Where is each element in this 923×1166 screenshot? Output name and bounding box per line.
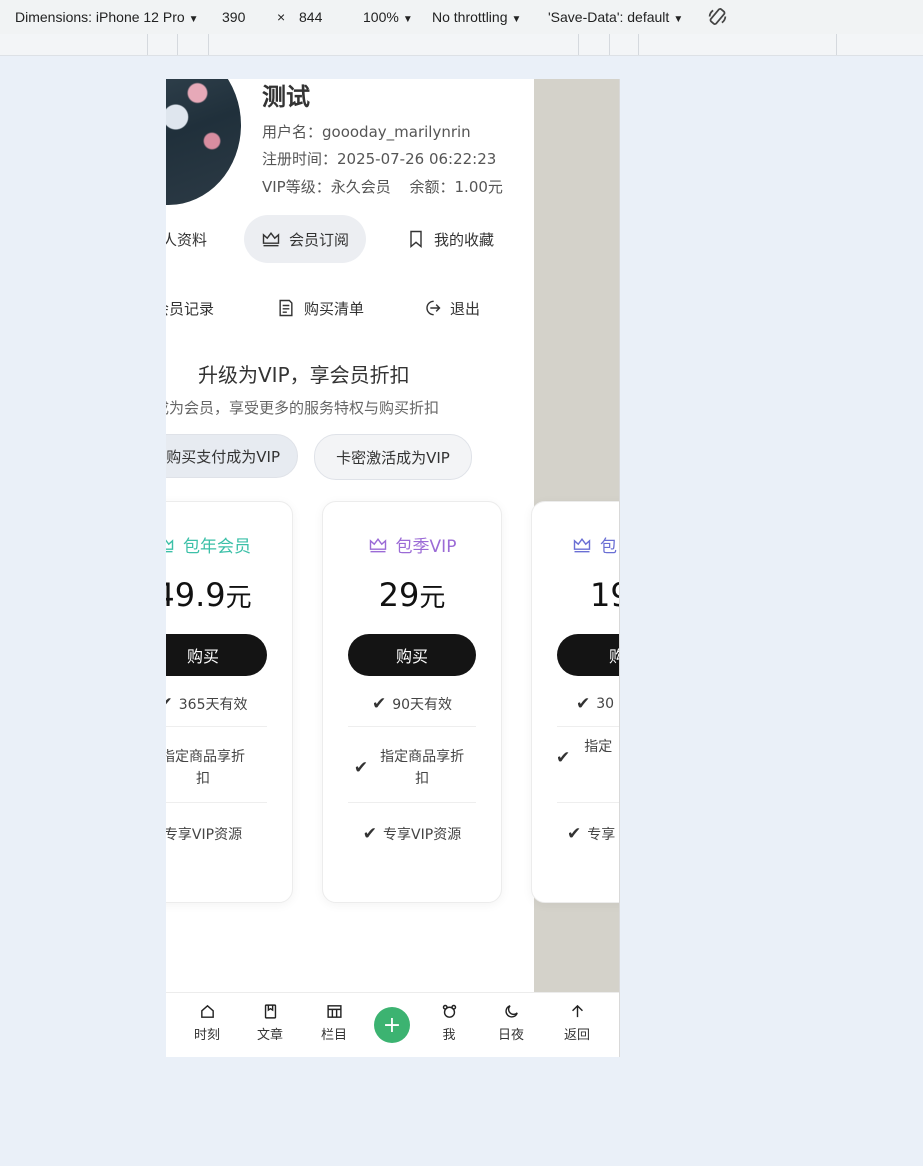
device-viewport: 测试 用户名：goooday_marilynrin 注册时间：2025-07-2… <box>166 79 620 1057</box>
user-name: 测试 <box>262 83 310 111</box>
crown-icon <box>166 538 174 552</box>
nav-articles[interactable]: 文章 <box>245 1003 295 1043</box>
nav-daynight[interactable]: 日夜 <box>486 1003 536 1043</box>
menu-profile-label: 人资料 <box>166 230 208 249</box>
plan-card-yearly: 包年会员 49.9元 购买 ✔365天有效 指定商品享折扣 专享VIP资源 <box>166 501 293 903</box>
plan-feature-discount: 指定商品享折扣 <box>166 749 245 787</box>
check-icon: ✔ <box>166 694 173 714</box>
menu-favorites-label: 我的收藏 <box>434 230 495 249</box>
plan-feature-days: ✔ 90天有效 <box>371 694 453 714</box>
check-icon: ✔ <box>362 824 378 844</box>
device-selector[interactable]: Dimensions: iPhone 12 Pro ▼ <box>15 9 199 25</box>
width-input[interactable]: 390 <box>222 9 245 25</box>
add-button[interactable]: + <box>374 1007 410 1043</box>
nav-me[interactable]: 我 <box>424 1003 474 1043</box>
plan-title: 包季VIP <box>323 532 501 557</box>
home-icon <box>200 1004 214 1018</box>
menu-records-label: 会员记录 <box>166 299 215 318</box>
upgrade-subtitle: 成为会员，享受更多的服务特权与购买折扣 <box>166 399 440 417</box>
nav-back[interactable]: 返回 <box>552 1003 602 1043</box>
crown-icon <box>369 537 386 552</box>
grid-icon <box>326 1005 342 1018</box>
media-query-ruler <box>0 34 923 56</box>
avatar[interactable] <box>166 79 241 205</box>
menu-subscription-label: 会员订阅 <box>289 230 350 249</box>
plan-price: 19 <box>590 576 619 614</box>
devtools-toolbar: Dimensions: iPhone 12 Pro ▼ 390 × 844 100… <box>0 0 923 35</box>
vip-level-text: VIP等级：永久会员 <box>262 178 391 196</box>
buy-button[interactable]: 购买 <box>166 634 267 676</box>
plan-feature-days: ✔ 30 <box>576 694 615 714</box>
plan-title: 包 <box>572 532 617 557</box>
menu-subscription[interactable]: 会员订阅 <box>244 215 367 263</box>
crown-icon <box>262 231 280 247</box>
username-text: 用户名：goooday_marilynrin <box>262 123 471 141</box>
bear-icon <box>442 1004 456 1018</box>
plan-price: 29元 <box>378 576 446 614</box>
menu-purchases[interactable]: 购买清单 <box>276 284 364 332</box>
buy-button[interactable]: 购 <box>557 634 619 676</box>
upgrade-title: 升级为VIP，享会员折扣 <box>198 363 410 387</box>
check-icon: ✔ <box>353 758 369 778</box>
register-time-text: 注册时间：2025-07-26 06:22:23 <box>262 150 497 168</box>
check-icon: ✔ <box>371 694 387 714</box>
pay-vip-button[interactable]: 购买支付成为VIP <box>166 434 298 478</box>
check-icon: ✔ <box>567 824 582 844</box>
book-icon <box>264 1004 276 1019</box>
plan-title: 包年会员 <box>166 532 292 557</box>
plan-feature-discount: ✔ 指定 <box>556 739 613 768</box>
menu-logout[interactable]: 退出 <box>422 284 480 332</box>
height-input[interactable]: 844 <box>299 9 322 25</box>
plan-card-quarterly: 包季VIP 29元 购买 ✔ 90天有效 ✔ 指定商品享折扣 ✔ 专享VIP资源 <box>322 501 502 903</box>
nav-columns[interactable]: 栏目 <box>309 1003 359 1043</box>
plan-card-monthly: 包 19 购 ✔30 ✔指定 ✔专享 <box>531 501 619 903</box>
nav-moments[interactable]: 时刻 <box>182 1003 232 1043</box>
zoom-selector[interactable]: 100% ▼ <box>363 9 413 25</box>
plan-feature-discount: ✔ 指定商品享折扣 <box>353 749 465 787</box>
menu-records[interactable]: 会员记录 <box>166 284 214 332</box>
rotate-icon[interactable] <box>707 6 728 30</box>
arrow-up-icon <box>571 1004 583 1018</box>
balance-text: 余额：1.00元 <box>409 178 503 196</box>
plan-feature-days: ✔365天有效 <box>166 694 267 714</box>
times-sign: × <box>277 9 286 25</box>
plan-price: 49.9元 <box>166 576 252 614</box>
save-data-selector[interactable]: 'Save-Data': default ▼ <box>548 9 683 25</box>
plan-feature-resource: ✔ 专享VIP资源 <box>362 824 462 844</box>
user-center-content: 测试 用户名：goooday_marilynrin 注册时间：2025-07-2… <box>166 79 534 992</box>
menu-logout-label: 退出 <box>450 299 481 318</box>
receipt-icon <box>279 299 293 317</box>
moon-icon <box>504 1005 518 1018</box>
buy-button[interactable]: 购买 <box>348 634 476 676</box>
throttle-selector[interactable]: No throttling ▼ <box>432 9 521 25</box>
menu-profile[interactable]: 人资料 <box>166 215 207 263</box>
plan-feature-resource: 专享VIP资源 <box>166 827 243 843</box>
menu-favorites[interactable]: 我的收藏 <box>406 215 494 263</box>
bookmark-icon <box>410 230 422 249</box>
plan-feature-resource: ✔ 专享 <box>567 824 616 844</box>
vip-info: VIP等级：永久会员 余额：1.00元 <box>262 176 503 197</box>
menu-purchases-label: 购买清单 <box>304 299 365 318</box>
logout-icon <box>426 300 441 316</box>
check-icon: ✔ <box>576 694 591 714</box>
card-key-vip-button[interactable]: 卡密激活成为VIP <box>314 434 472 480</box>
bottom-navigation: 时刻 文章 栏目 + 我 日夜 返回 <box>166 992 619 1057</box>
check-icon: ✔ <box>556 748 571 768</box>
crown-icon <box>573 537 591 552</box>
